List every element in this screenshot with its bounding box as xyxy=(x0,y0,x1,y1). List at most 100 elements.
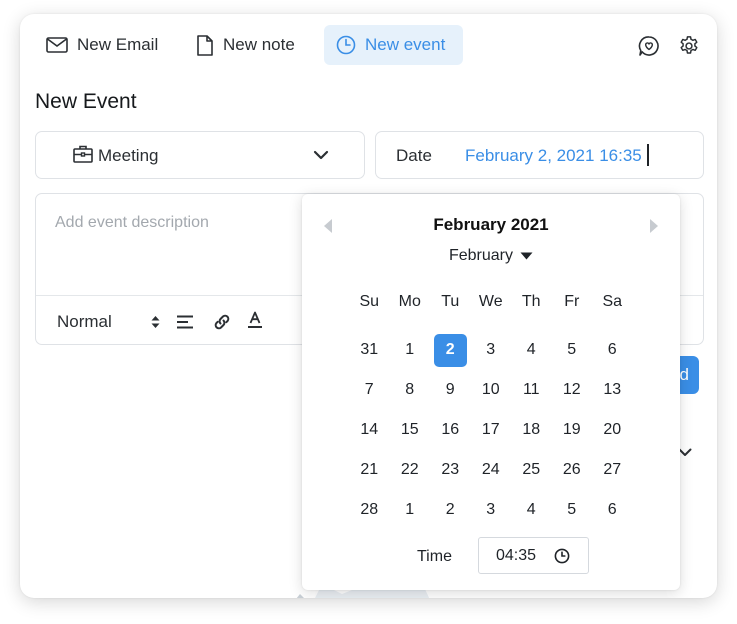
calendar-day-number: 21 xyxy=(360,461,379,478)
weekday-label: Mo xyxy=(398,293,421,310)
briefcase-icon xyxy=(73,145,93,163)
settings-button[interactable] xyxy=(678,35,700,57)
calendar-day[interactable]: 18 xyxy=(511,410,552,450)
date-picker: February 2021 February Su Mo Tu We Th Fr… xyxy=(302,194,680,590)
weekday-label: Sa xyxy=(602,293,623,310)
calendar-day-number: 4 xyxy=(526,501,536,518)
calendar-day-number: 4 xyxy=(526,341,536,358)
clock-icon xyxy=(554,548,570,564)
new-event-button[interactable]: New event xyxy=(324,25,463,65)
calendar-day-selected[interactable]: 2 xyxy=(430,330,471,370)
calendar-week: 21 22 23 24 25 26 27 xyxy=(349,450,633,490)
calendar-day-number: 26 xyxy=(562,461,581,478)
chat-heart-button[interactable] xyxy=(638,35,660,57)
calendar-day-number: 2 xyxy=(433,333,467,367)
calendar-day-number: 27 xyxy=(603,461,622,478)
calendar-day-number: 6 xyxy=(607,501,617,518)
calendar-day-number: 8 xyxy=(405,381,415,398)
calendar-day-number: 28 xyxy=(360,501,379,518)
time-input[interactable]: 04:35 xyxy=(478,537,589,574)
calendar-day-number: 17 xyxy=(481,421,500,438)
calendar-day[interactable]: 23 xyxy=(430,450,471,490)
new-email-button[interactable]: New Email xyxy=(34,25,170,65)
calendar-day-number: 1 xyxy=(405,501,415,518)
event-type-select[interactable]: Meeting xyxy=(35,131,365,179)
calendar-day[interactable]: 27 xyxy=(592,450,633,490)
weekday-label: Su xyxy=(359,293,380,310)
weekday-label: We xyxy=(478,293,503,310)
calendar-day[interactable]: 16 xyxy=(430,410,471,450)
updown-arrows-icon[interactable] xyxy=(151,315,160,329)
calendar-day-number: 3 xyxy=(486,501,496,518)
calendar-day-number: 11 xyxy=(522,381,540,398)
chevron-down-icon xyxy=(313,150,329,160)
calendar-day[interactable]: 1 xyxy=(390,490,431,530)
time-label: Time xyxy=(417,548,452,565)
calendar-day[interactable]: 13 xyxy=(592,370,633,410)
calendar-day[interactable]: 6 xyxy=(592,330,633,370)
new-event-label: New event xyxy=(365,35,446,54)
calendar-day[interactable]: 4 xyxy=(511,330,552,370)
calendar-day-number: 18 xyxy=(522,421,541,438)
calendar-day-number: 14 xyxy=(360,421,379,438)
calendar-day[interactable]: 28 xyxy=(349,490,390,530)
calendar-day[interactable]: 21 xyxy=(349,450,390,490)
calendar-week: 7 8 9 10 11 12 13 xyxy=(349,370,633,410)
text-format-select[interactable]: Normal xyxy=(57,312,112,332)
calendar-day[interactable]: 2 xyxy=(430,490,471,530)
calendar-day[interactable]: 8 xyxy=(390,370,431,410)
calendar-day-number: 15 xyxy=(400,421,419,438)
date-input[interactable]: February 2, 2021 16:35 xyxy=(465,146,642,166)
calendar-day[interactable]: 15 xyxy=(390,410,431,450)
calendar-day[interactable]: 6 xyxy=(592,490,633,530)
event-type-value: Meeting xyxy=(98,146,159,165)
calendar-day-number: 16 xyxy=(441,421,460,438)
calendar-week: 14 15 16 17 18 19 20 xyxy=(349,410,633,450)
calendar-day[interactable]: 12 xyxy=(552,370,593,410)
calendar-day[interactable]: 5 xyxy=(552,490,593,530)
calendar-grid: Su Mo Tu We Th Fr Sa 31 1 2 3 4 5 6 7 8 9 10 11 12 13… xyxy=(349,290,673,530)
calendar-day[interactable]: 24 xyxy=(471,450,512,490)
calendar-day-number: 5 xyxy=(567,501,577,518)
date-field[interactable]: Date February 2, 2021 16:35 xyxy=(375,131,704,179)
text-cursor xyxy=(647,144,649,166)
text-color-icon[interactable] xyxy=(247,311,263,329)
link-icon[interactable] xyxy=(212,312,232,332)
gear-icon xyxy=(680,36,698,54)
calendar-day[interactable]: 10 xyxy=(471,370,512,410)
calendar-day-number: 7 xyxy=(364,381,374,398)
align-left-icon[interactable] xyxy=(177,315,194,329)
calendar-day[interactable]: 20 xyxy=(592,410,633,450)
calendar-day[interactable]: 9 xyxy=(430,370,471,410)
calendar-day[interactable]: 5 xyxy=(552,330,593,370)
calendar-day-number: 12 xyxy=(562,381,581,398)
toolbar: New Email New note New event xyxy=(20,14,717,78)
month-select[interactable]: February xyxy=(302,247,680,265)
weekday-header: Su Mo Tu We Th Fr Sa xyxy=(349,290,633,314)
calendar-day[interactable]: 4 xyxy=(511,490,552,530)
chevron-down-icon[interactable] xyxy=(678,448,692,457)
calendar-day[interactable]: 31 xyxy=(349,330,390,370)
calendar-day-number: 6 xyxy=(607,341,617,358)
page-title: New Event xyxy=(35,90,137,113)
calendar-day[interactable]: 7 xyxy=(349,370,390,410)
document-icon xyxy=(197,34,213,56)
calendar-day-number: 2 xyxy=(445,501,455,518)
calendar-day[interactable]: 14 xyxy=(349,410,390,450)
calendar-day[interactable]: 3 xyxy=(471,330,512,370)
calendar-day[interactable]: 19 xyxy=(552,410,593,450)
new-email-label: New Email xyxy=(77,35,159,54)
next-month-icon[interactable] xyxy=(649,218,659,234)
calendar-day[interactable]: 1 xyxy=(390,330,431,370)
calendar-day[interactable]: 25 xyxy=(511,450,552,490)
calendar-day[interactable]: 22 xyxy=(390,450,431,490)
calendar-day[interactable]: 17 xyxy=(471,410,512,450)
calendar-day-number: 31 xyxy=(360,341,379,358)
calendar-week: 28 1 2 3 4 5 6 xyxy=(349,490,633,530)
calendar-day[interactable]: 26 xyxy=(552,450,593,490)
description-placeholder: Add event description xyxy=(55,214,209,231)
calendar-day[interactable]: 11 xyxy=(511,370,552,410)
time-value: 04:35 xyxy=(496,547,537,564)
calendar-day[interactable]: 3 xyxy=(471,490,512,530)
new-note-button[interactable]: New note xyxy=(184,25,307,65)
